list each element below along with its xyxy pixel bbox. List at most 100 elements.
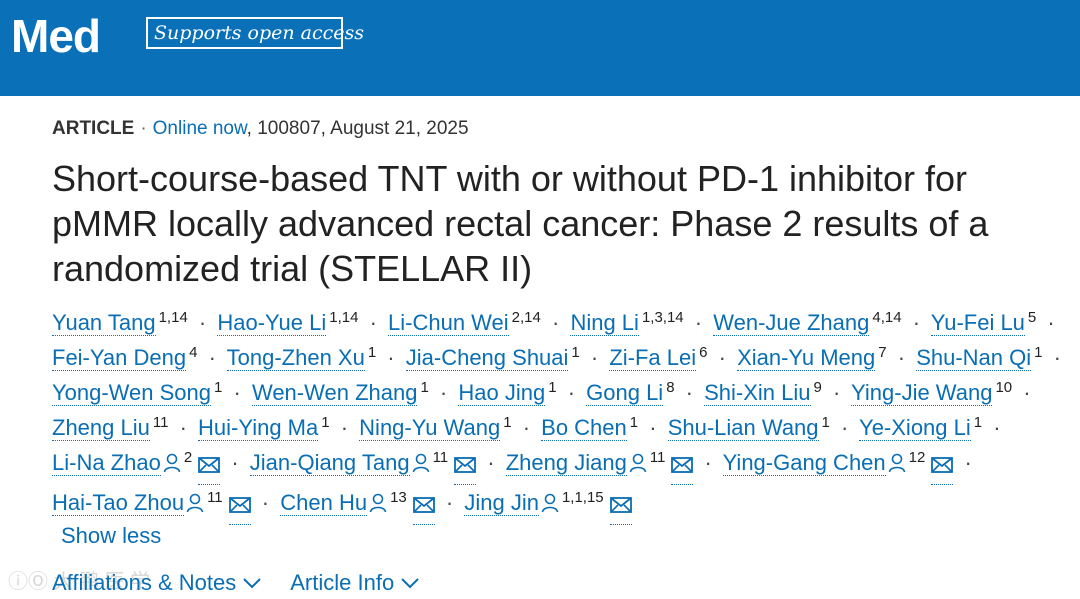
author-name-link[interactable]: Shu-Lian Wang (667, 415, 819, 441)
mail-icon[interactable] (228, 488, 251, 525)
author-item: Hui-Ying Ma 1 (198, 415, 330, 441)
author-separator: · (233, 380, 241, 405)
author-name-link[interactable]: Zheng Liu (52, 415, 150, 441)
author-name-link[interactable]: Jia-Cheng Shuai (405, 345, 569, 371)
author-name-link[interactable]: Tong-Zhen Xu (226, 345, 365, 371)
chevron-down-icon (243, 578, 261, 589)
author-separator: · (964, 450, 972, 475)
affiliation-superscript: 10 (995, 379, 1013, 396)
person-icon (541, 488, 559, 523)
author-name-link[interactable]: Ning Li (570, 310, 639, 336)
affiliation-superscript: 11 (649, 449, 666, 466)
author-name-link[interactable]: Jing Jin (464, 490, 539, 516)
author-separator: · (912, 310, 921, 335)
author-separator: · (369, 310, 377, 335)
mail-icon[interactable] (671, 448, 694, 485)
article-info-label: Article Info (290, 570, 395, 595)
author-separator: · (841, 415, 849, 440)
mail-icon[interactable] (454, 448, 477, 485)
article-title: Short-course-based TNT with or without P… (52, 158, 989, 289)
author-name-link[interactable]: Hao Jing (458, 380, 546, 406)
author-name-link[interactable]: Hao-Yue Li (217, 310, 327, 336)
author-separator: · (439, 380, 448, 405)
affiliation-superscript: 2 (183, 449, 193, 466)
article-meta: ARTICLE · Online now, 100807, August 21, 2… (52, 116, 469, 142)
author-item: Hao-Yue Li 1,14 (217, 309, 359, 336)
author-item: Gong Li 8 (586, 380, 675, 406)
author-name-link[interactable]: Shi-Xin Liu (704, 380, 811, 406)
mail-icon[interactable] (931, 448, 954, 485)
person-icon (888, 448, 906, 483)
affiliations-toggle[interactable]: Affiliations & Notes (52, 568, 262, 598)
affiliation-superscript: 1 (214, 379, 223, 396)
affiliation-superscript: 2,14 (511, 309, 541, 326)
author-name-link[interactable]: Fei-Yan Deng (52, 345, 187, 371)
author-name-link[interactable]: Yong-Wen Song (52, 380, 212, 406)
author-separator: · (231, 450, 239, 475)
author-item: Yong-Wen Song 1 (52, 379, 223, 406)
affiliation-superscript: 1,3,14 (641, 309, 684, 326)
article-info-toggle[interactable]: Article Info (290, 568, 420, 598)
author-item: Shu-Nan Qi 1 (916, 345, 1042, 371)
meta-separator: · (140, 118, 147, 139)
affiliation-superscript: 1,14 (329, 309, 359, 326)
person-icon (629, 448, 647, 483)
affiliation-superscript: 1 (503, 414, 512, 431)
author-name-link[interactable]: Bo Chen (541, 415, 627, 441)
author-item: Hao Jing 1 (458, 380, 557, 406)
author-name-link[interactable]: Shu-Nan Qi (916, 345, 1032, 371)
online-status-link[interactable]: Online now (153, 118, 247, 139)
author-name-link[interactable]: Ying-Gang Chen (722, 450, 886, 476)
author-name-link[interactable]: Yuan Tang (52, 310, 156, 336)
author-item: Fei-Yan Deng 4 (52, 344, 198, 371)
author-name-link[interactable]: Ye-Xiong Li (859, 415, 971, 441)
author-item: Ying-Gang Chen 12 (722, 450, 954, 485)
affiliation-superscript: 4,14 (872, 309, 902, 326)
author-item: Ning Li 1,3,14 (570, 309, 684, 336)
author-item: Ye-Xiong Li 1 (859, 415, 982, 441)
author-name-link[interactable]: Chen Hu (280, 490, 368, 516)
author-separator: · (340, 415, 349, 440)
author-item: Li-Chun Wei 2,14 (388, 309, 541, 336)
author-name-link[interactable]: Xian-Yu Meng (737, 345, 876, 371)
mail-icon[interactable] (609, 488, 632, 525)
chevron-down-icon (401, 578, 419, 589)
open-access-badge[interactable]: Supports open access (146, 17, 364, 49)
article-id-date: , 100807, August 21, 2025 (246, 118, 469, 139)
author-separator: · (993, 415, 1001, 440)
author-item: Yuan Tang 1,14 (52, 309, 188, 336)
author-item: Jing Jin 1,1,15 (464, 490, 632, 525)
affiliation-superscript: 1,14 (158, 309, 188, 326)
author-separator: · (590, 345, 599, 370)
author-name-link[interactable]: Jian-Qiang Tang (249, 450, 410, 476)
author-name-link[interactable]: Hui-Ying Ma (198, 415, 319, 441)
affiliation-superscript: 6 (699, 344, 708, 361)
author-item: Wen-Jue Zhang 4,14 (713, 309, 902, 336)
affiliation-superscript: 11 (152, 414, 169, 431)
author-name-link[interactable]: Wen-Wen Zhang (251, 380, 418, 406)
author-name-link[interactable]: Zi-Fa Lei (609, 345, 697, 371)
mail-icon[interactable] (412, 488, 435, 525)
author-name-link[interactable]: Hai-Tao Zhou (52, 490, 185, 516)
author-name-link[interactable]: Yu-Fei Lu (930, 310, 1025, 336)
affiliation-superscript: 4 (189, 344, 198, 361)
mail-icon[interactable] (198, 448, 221, 485)
author-name-link[interactable]: Gong Li (586, 380, 664, 406)
author-item: Wen-Wen Zhang 1 (251, 380, 429, 406)
author-name-link[interactable]: Wen-Jue Zhang (713, 310, 870, 336)
affiliation-superscript: 1 (629, 414, 639, 431)
author-name-link[interactable]: Li-Chun Wei (388, 310, 509, 336)
author-name-link[interactable]: Zheng Jiang (505, 450, 627, 476)
author-name-link[interactable]: Ying-Jie Wang (851, 380, 993, 406)
author-name-link[interactable]: Ning-Yu Wang (359, 415, 501, 441)
author-separator: · (832, 380, 841, 405)
show-less-button[interactable]: Show less (61, 521, 161, 551)
journal-logo[interactable]: Med (11, 8, 101, 64)
article-type: ARTICLE (52, 118, 135, 139)
author-separator: · (897, 345, 906, 370)
person-icon (186, 488, 204, 523)
author-item: Xian-Yu Meng 7 (737, 345, 887, 371)
author-name-link[interactable]: Li-Na Zhao (52, 450, 161, 476)
author-separator: · (208, 345, 216, 370)
author-item: Jian-Qiang Tang 11 (249, 450, 477, 485)
